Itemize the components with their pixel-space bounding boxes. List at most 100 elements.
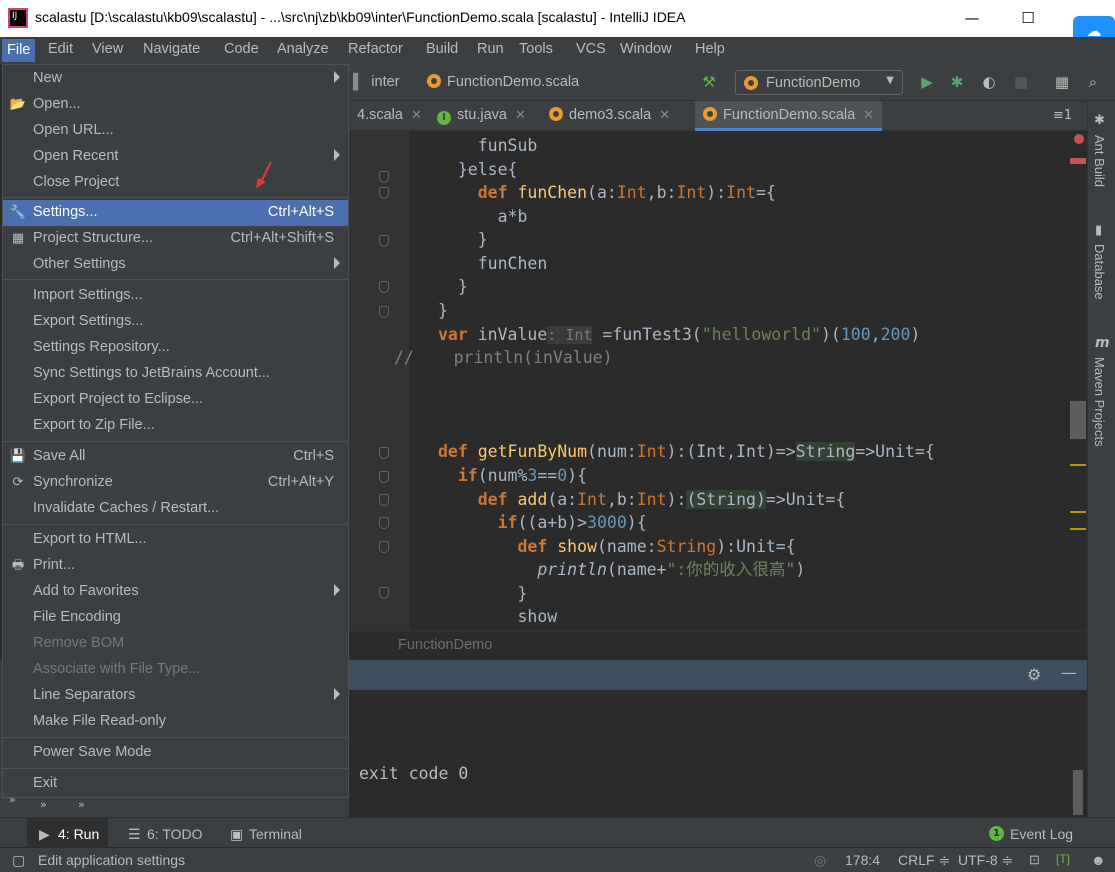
tab-4-scala[interactable]: 4.scala ✕ xyxy=(349,101,430,131)
fold-marker-icon[interactable] xyxy=(379,471,389,483)
menu-run[interactable]: Run xyxy=(477,41,504,57)
menu-refactor[interactable]: Refactor xyxy=(348,41,403,57)
minimize-button[interactable]: — xyxy=(954,6,990,30)
more-icon[interactable]: » xyxy=(78,798,85,811)
close-icon[interactable]: ✕ xyxy=(515,107,526,122)
menu-item-close-project[interactable]: Close Project xyxy=(3,170,348,196)
close-icon[interactable]: ✕ xyxy=(659,107,670,122)
lock-icon[interactable]: ⊡ xyxy=(1029,852,1040,868)
tab-run[interactable]: ▶ 4: Run xyxy=(27,818,108,848)
code-editor[interactable]: funSub }else{ def funChen(a:Int,b:Int):I… xyxy=(349,131,1087,631)
menu-help[interactable]: Help xyxy=(695,41,725,57)
fold-marker-icon[interactable] xyxy=(379,171,389,183)
fold-marker-icon[interactable] xyxy=(379,541,389,553)
tab-stu-java[interactable]: Istu.java ✕ xyxy=(429,101,534,131)
menu-item-sync-settings[interactable]: Sync Settings to JetBrains Account... xyxy=(3,361,348,387)
warning-mark[interactable] xyxy=(1070,528,1086,530)
menu-item-open[interactable]: 📂 Open... xyxy=(3,92,348,118)
menu-edit[interactable]: Edit xyxy=(48,41,73,57)
menu-item-line-separators[interactable]: Line Separators xyxy=(3,683,348,709)
more-icon[interactable]: » xyxy=(40,798,47,811)
tab-functiondemo-scala[interactable]: FunctionDemo.scala ✕ xyxy=(695,101,883,131)
menu-item-other-settings[interactable]: Other Settings xyxy=(3,252,348,278)
menu-item-project-structure[interactable]: ▦ Project Structure... Ctrl+Alt+Shift+S xyxy=(3,226,348,252)
fold-marker-icon[interactable] xyxy=(379,235,389,247)
maximize-button[interactable]: ☐ xyxy=(1010,6,1046,30)
menu-item-new[interactable]: New xyxy=(3,66,348,92)
menu-item-synchronize[interactable]: ⟳ Synchronize Ctrl+Alt+Y xyxy=(3,470,348,496)
close-button[interactable] xyxy=(1060,0,1073,24)
editor-breadcrumb[interactable]: FunctionDemo xyxy=(349,631,1087,660)
event-log-button[interactable]: Event Log xyxy=(1010,826,1073,842)
menu-item-add-to-favorites[interactable]: Add to Favorites xyxy=(3,579,348,605)
menu-item-print[interactable]: 🖶 Print... xyxy=(3,553,348,579)
menu-item-export-html[interactable]: Export to HTML... xyxy=(3,527,348,553)
close-icon[interactable]: ✕ xyxy=(411,107,422,122)
menu-item-save-all[interactable]: 💾 Save All Ctrl+S xyxy=(3,444,348,470)
tabs-menu-button[interactable]: ≡1 xyxy=(1053,108,1072,123)
menu-build[interactable]: Build xyxy=(426,41,458,57)
debug-icon[interactable]: ✱ xyxy=(947,72,967,92)
database-tab[interactable]: Database xyxy=(1092,244,1107,300)
menu-tools[interactable]: Tools xyxy=(519,41,553,57)
ant-build-tab[interactable]: Ant Build xyxy=(1092,135,1107,187)
menu-item-export-settings[interactable]: Export Settings... xyxy=(3,309,348,335)
scrollbar[interactable] xyxy=(1073,770,1083,815)
warning-mark[interactable] xyxy=(1070,511,1086,513)
scroll-thumb[interactable] xyxy=(1070,401,1086,439)
menu-analyze[interactable]: Analyze xyxy=(277,41,329,57)
stop-icon[interactable]: ■ xyxy=(1011,72,1031,92)
mode-indicator[interactable]: [T] xyxy=(1056,852,1070,866)
run-config-select[interactable]: FunctionDemo ▼ xyxy=(735,70,903,95)
hide-panel-icon[interactable]: — xyxy=(1061,663,1077,682)
project-structure-icon[interactable]: ▦ xyxy=(1052,72,1072,92)
tab-label: 4.scala xyxy=(357,107,403,123)
fold-marker-icon[interactable] xyxy=(379,281,389,293)
maven-projects-tab[interactable]: Maven Projects xyxy=(1092,357,1107,447)
notifications-icon[interactable]: ☻ xyxy=(1091,852,1106,868)
power-save-icon[interactable]: ◎ xyxy=(814,852,826,869)
fold-marker-icon[interactable] xyxy=(379,447,389,459)
menu-item-power-save-mode[interactable]: Power Save Mode xyxy=(3,740,348,766)
menu-item-export-zip[interactable]: Export to Zip File... xyxy=(3,413,348,439)
error-indicator-icon[interactable] xyxy=(1074,134,1084,144)
tab-todo[interactable]: 6: TODO xyxy=(147,826,203,842)
build-hammer-icon[interactable]: ⚒ xyxy=(699,72,719,92)
menu-item-shortcut: Ctrl+Alt+Shift+S xyxy=(230,230,334,246)
line-separator-select[interactable]: CRLF ≑ xyxy=(898,852,950,869)
fold-marker-icon[interactable] xyxy=(379,494,389,506)
gear-icon[interactable]: ⚙ xyxy=(1027,665,1041,684)
menu-view[interactable]: View xyxy=(92,41,123,57)
tab-demo3-scala[interactable]: demo3.scala ✕ xyxy=(541,101,678,131)
menu-item-settings-repository[interactable]: Settings Repository... xyxy=(3,335,348,361)
menu-navigate[interactable]: Navigate xyxy=(143,41,200,57)
menu-item-open-recent[interactable]: Open Recent xyxy=(3,144,348,170)
menu-vcs[interactable]: VCS xyxy=(576,41,606,57)
fold-marker-icon[interactable] xyxy=(379,517,389,529)
tab-terminal[interactable]: Terminal xyxy=(249,826,302,842)
menu-item-file-encoding[interactable]: File Encoding xyxy=(3,605,348,631)
fold-marker-icon[interactable] xyxy=(379,306,389,318)
run-icon[interactable]: ▶ xyxy=(917,72,937,92)
caret-position[interactable]: 178:4 xyxy=(845,852,880,868)
warning-mark[interactable] xyxy=(1070,464,1086,466)
menu-item-export-eclipse[interactable]: Export Project to Eclipse... xyxy=(3,387,348,413)
menu-window[interactable]: Window xyxy=(620,41,672,57)
close-icon[interactable]: ✕ xyxy=(863,107,874,122)
menu-code[interactable]: Code xyxy=(224,41,259,57)
menu-item-open-url[interactable]: Open URL... xyxy=(3,118,348,144)
coverage-icon[interactable]: ◐ xyxy=(979,72,999,92)
encoding-select[interactable]: UTF-8 ≑ xyxy=(958,852,1013,869)
search-icon[interactable]: ⌕ xyxy=(1083,72,1103,92)
menu-item-settings[interactable]: 🔧 Settings... Ctrl+Alt+S xyxy=(3,200,348,226)
menu-item-import-settings[interactable]: Import Settings... xyxy=(3,283,348,309)
menu-item-make-read-only[interactable]: Make File Read-only xyxy=(3,709,348,735)
error-mark[interactable] xyxy=(1070,158,1086,164)
breadcrumb-package[interactable]: ▌ inter xyxy=(353,74,400,90)
breadcrumb-file[interactable]: FunctionDemo.scala xyxy=(427,74,579,90)
fold-marker-icon[interactable] xyxy=(379,587,389,599)
menu-item-exit[interactable]: Exit xyxy=(3,771,348,797)
fold-marker-icon[interactable] xyxy=(379,187,389,199)
menu-file[interactable]: File xyxy=(2,39,36,62)
menu-item-invalidate-caches[interactable]: Invalidate Caches / Restart... xyxy=(3,496,348,522)
